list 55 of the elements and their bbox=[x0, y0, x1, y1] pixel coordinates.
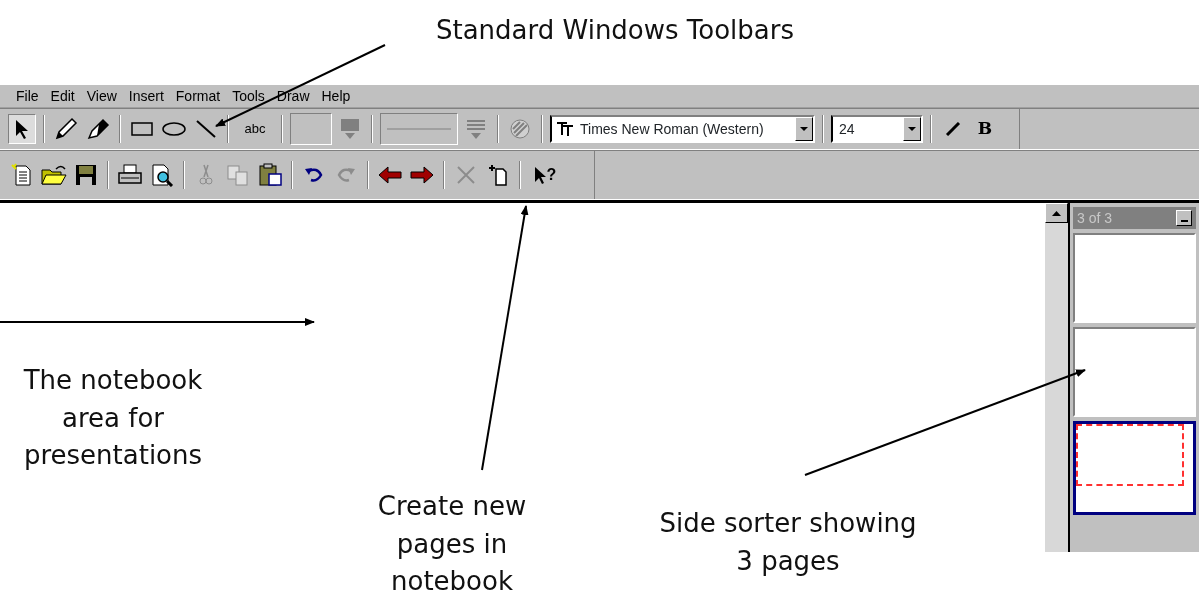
minimize-icon bbox=[1180, 220, 1188, 222]
line-style-icon bbox=[465, 118, 487, 140]
pointer-icon bbox=[15, 119, 29, 139]
dropdown-button[interactable] bbox=[903, 117, 921, 141]
page-thumbnail[interactable] bbox=[1073, 327, 1196, 417]
minimize-button[interactable] bbox=[1176, 210, 1192, 226]
ellipse-icon bbox=[162, 122, 186, 136]
pointer-tool-button[interactable] bbox=[8, 114, 36, 144]
page-thumbnail[interactable] bbox=[1073, 233, 1196, 323]
redo-icon bbox=[335, 167, 357, 183]
font-dropdown[interactable]: Times New Roman (Western) bbox=[550, 115, 815, 143]
bold-button[interactable]: B bbox=[971, 114, 999, 144]
sorter-title: 3 of 3 bbox=[1077, 208, 1113, 228]
dropdown-button[interactable] bbox=[795, 117, 813, 141]
vertical-scrollbar[interactable] bbox=[1045, 203, 1070, 552]
scroll-up-button[interactable] bbox=[1045, 203, 1068, 223]
combo-value: 24 bbox=[838, 119, 856, 139]
menu-item[interactable]: Edit bbox=[44, 85, 81, 107]
undo-icon bbox=[303, 167, 325, 183]
new-document-icon bbox=[10, 163, 34, 187]
whats-this-button[interactable]: ? bbox=[528, 160, 562, 190]
rectangle-icon bbox=[131, 122, 153, 136]
up-arrow-icon bbox=[1052, 210, 1061, 216]
menu-item[interactable]: Tools bbox=[226, 85, 271, 107]
fill-color-icon bbox=[339, 118, 361, 140]
page-thumbnail[interactable] bbox=[1073, 421, 1196, 515]
cross-icon bbox=[456, 165, 476, 185]
right-arrow-icon bbox=[410, 166, 434, 184]
font-size-dropdown[interactable]: 24 bbox=[831, 115, 923, 143]
left-arrow-icon bbox=[378, 166, 402, 184]
hatched-circle-icon bbox=[509, 118, 531, 140]
menu-item[interactable]: Insert bbox=[122, 85, 170, 107]
pen-icon bbox=[54, 117, 78, 141]
clipboard-icon bbox=[258, 163, 282, 187]
fill-color-swatch bbox=[290, 113, 332, 145]
menu-item[interactable]: View bbox=[80, 85, 123, 107]
font-type-icon bbox=[556, 121, 574, 137]
copy-icon bbox=[226, 164, 250, 186]
highlighter-icon bbox=[86, 117, 110, 141]
menu-item[interactable]: File bbox=[10, 85, 45, 107]
menu-item[interactable]: Draw bbox=[270, 85, 316, 107]
pointer-icon bbox=[533, 166, 547, 184]
line-icon bbox=[196, 120, 216, 138]
caret-icon bbox=[800, 127, 808, 131]
menu-item[interactable]: Help bbox=[315, 85, 357, 107]
scissors-icon bbox=[198, 163, 214, 187]
open-folder-icon bbox=[41, 164, 67, 186]
italic-icon bbox=[945, 122, 961, 136]
add-page-icon bbox=[488, 163, 508, 187]
printer-icon bbox=[117, 164, 143, 186]
menu-item[interactable]: Format bbox=[169, 85, 227, 107]
combo-value: Times New Roman (Western) bbox=[579, 119, 765, 139]
text-tool-button[interactable]: abc bbox=[236, 114, 274, 144]
caret-icon bbox=[908, 127, 916, 131]
magnifier-page-icon bbox=[150, 163, 174, 187]
